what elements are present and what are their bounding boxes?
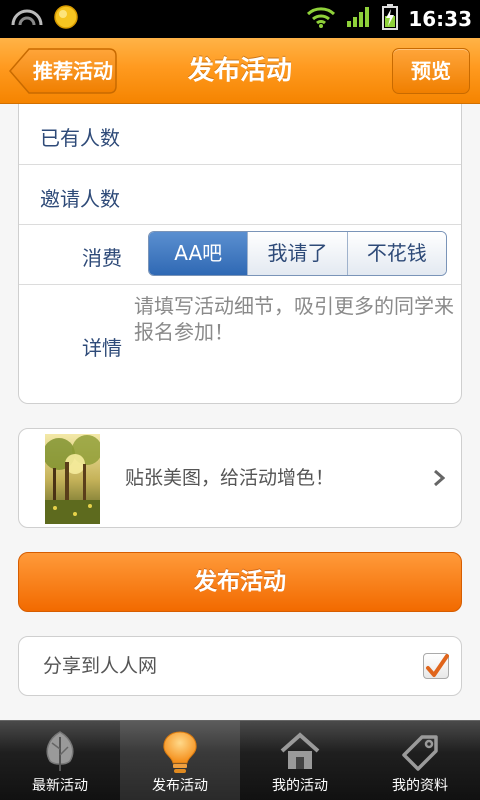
weather-sun-icon bbox=[52, 3, 80, 35]
share-checkbox[interactable] bbox=[423, 653, 449, 679]
wifi-icon bbox=[306, 6, 336, 32]
share-row[interactable]: 分享到人人网 bbox=[18, 636, 462, 696]
battery-charging-icon bbox=[382, 4, 399, 34]
tab-my-activities[interactable]: 我的活动 bbox=[240, 721, 360, 800]
detail-label: 详情 bbox=[82, 336, 122, 360]
detail-textarea[interactable]: 请填写活动细节，吸引更多的同学来报名参加！ bbox=[134, 293, 454, 345]
chevron-right-icon bbox=[433, 469, 446, 491]
status-time: 16:33 bbox=[408, 7, 472, 31]
existing-count-field[interactable]: 已有人数 bbox=[19, 104, 461, 165]
preview-button[interactable]: 预览 bbox=[392, 48, 470, 94]
cost-row: 消费 AA吧 我请了 不花钱 bbox=[19, 225, 461, 285]
status-bar: 16:33 bbox=[0, 0, 480, 38]
existing-count-label: 已有人数 bbox=[40, 126, 120, 150]
tab-publish-activity[interactable]: 发布活动 bbox=[120, 721, 240, 800]
cost-segmented-control: AA吧 我请了 不花钱 bbox=[148, 231, 447, 276]
cost-option-aa[interactable]: AA吧 bbox=[149, 232, 248, 275]
publish-button[interactable]: 发布活动 bbox=[18, 552, 462, 612]
image-picker[interactable]: 贴张美图，给活动增色！ bbox=[18, 428, 462, 528]
image-picker-hint: 贴张美图，给活动增色！ bbox=[125, 467, 335, 489]
tag-icon bbox=[398, 729, 442, 777]
tab-latest-activities[interactable]: 最新活动 bbox=[0, 721, 120, 800]
tab-my-profile-label: 我的资料 bbox=[392, 778, 448, 794]
tab-publish-activity-label: 发布活动 bbox=[152, 778, 208, 794]
activity-form: 已有人数 邀请人数 消费 AA吧 我请了 不花钱 详情 请填写活动细节，吸引更多… bbox=[18, 104, 462, 404]
tab-my-profile[interactable]: 我的资料 bbox=[360, 721, 480, 800]
signal-arc-icon bbox=[10, 7, 44, 31]
activity-photo-thumbnail bbox=[45, 434, 100, 524]
lightbulb-icon bbox=[158, 729, 202, 779]
cost-label: 消费 bbox=[82, 246, 122, 270]
share-label: 分享到人人网 bbox=[43, 655, 158, 677]
invite-count-field[interactable]: 邀请人数 bbox=[19, 165, 461, 225]
tab-latest-activities-label: 最新活动 bbox=[32, 778, 88, 794]
cost-option-free[interactable]: 不花钱 bbox=[346, 232, 446, 275]
invite-count-label: 邀请人数 bbox=[40, 187, 120, 211]
leaf-icon bbox=[38, 729, 82, 777]
bottom-tab-bar: 最新活动 发布活动 我的活动 我的资料 bbox=[0, 720, 480, 800]
tab-my-activities-label: 我的活动 bbox=[272, 778, 328, 794]
title-bar: 推荐活动 发布活动 预览 bbox=[0, 38, 480, 104]
cell-signal-icon bbox=[346, 6, 372, 32]
cost-option-my-treat[interactable]: 我请了 bbox=[247, 232, 347, 275]
home-icon bbox=[278, 729, 322, 777]
detail-row: 详情 请填写活动细节，吸引更多的同学来报名参加！ bbox=[19, 285, 461, 402]
